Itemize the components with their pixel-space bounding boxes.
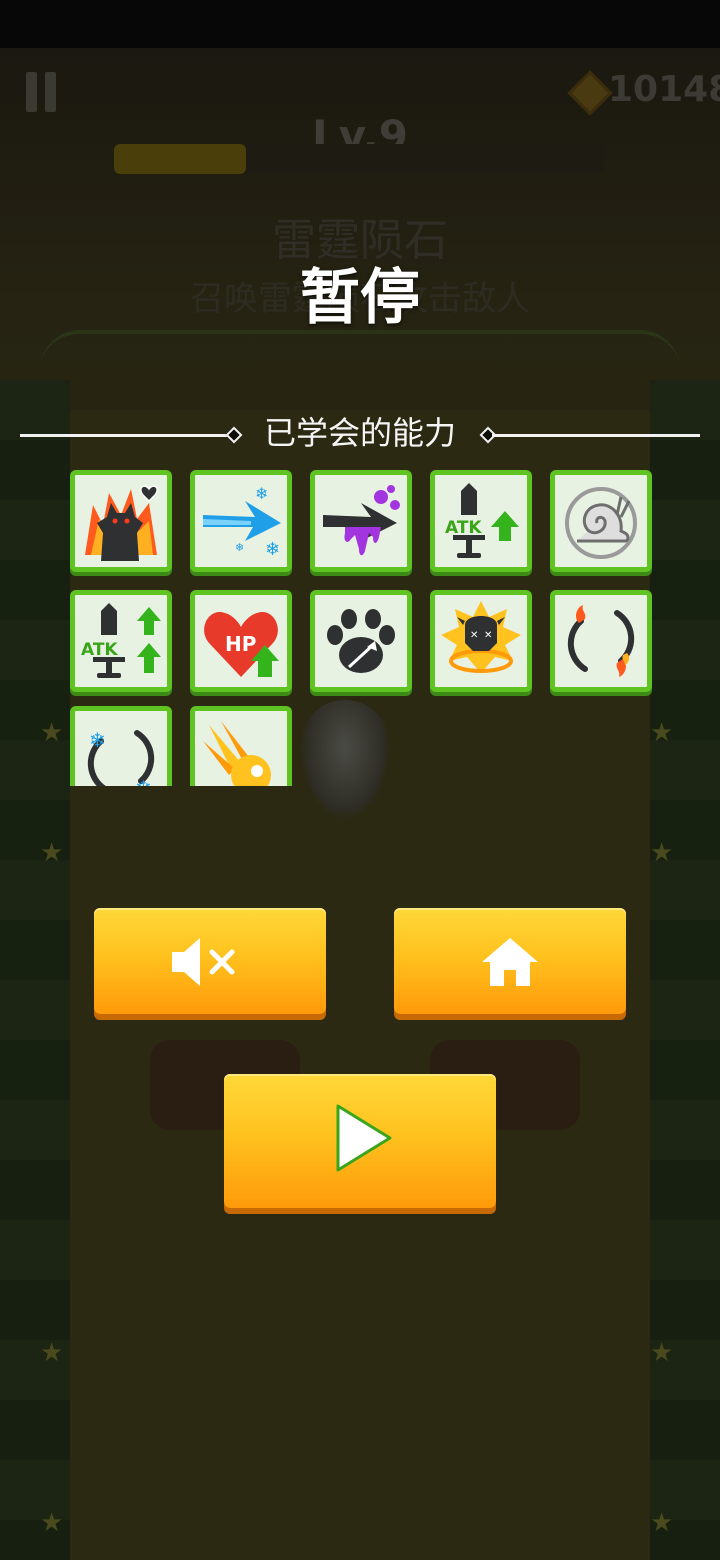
skill-fire-orbit[interactable] bbox=[550, 590, 652, 692]
fire-orbit-icon bbox=[567, 605, 635, 677]
attack-up-icon: ATK bbox=[445, 483, 519, 558]
star-decoration: ★ bbox=[40, 718, 64, 748]
skill-frost-arrow[interactable]: ❄ ❄ ❄ bbox=[190, 470, 292, 572]
star-decoration: ★ bbox=[650, 838, 674, 868]
skill-atk-up[interactable]: ATK bbox=[430, 470, 532, 572]
hp-up-label: HP bbox=[225, 632, 256, 656]
svg-text:❄: ❄ bbox=[235, 541, 244, 554]
skill-rage-beast[interactable] bbox=[70, 470, 172, 572]
star-decoration: ★ bbox=[40, 1338, 64, 1368]
learned-skills-grid[interactable]: ❄ ❄ ❄ ATK ATK HP ✕ ✕ ❄ bbox=[66, 466, 656, 786]
attack-up-label: ATK bbox=[445, 518, 482, 538]
star-decoration: ★ bbox=[40, 838, 64, 868]
pause-icon[interactable] bbox=[26, 72, 60, 112]
pause-title: 暂停 bbox=[300, 263, 420, 333]
svg-text:❄: ❄ bbox=[135, 776, 152, 786]
svg-text:❄: ❄ bbox=[265, 539, 280, 560]
mute-button[interactable] bbox=[94, 908, 326, 1014]
divider-right bbox=[492, 434, 700, 437]
right-tree-wall bbox=[650, 380, 720, 1560]
svg-text:✕: ✕ bbox=[470, 630, 478, 641]
learned-abilities-label: 已学会的能力 bbox=[263, 414, 456, 452]
skill-ice-orbit[interactable]: ❄ ❄ bbox=[70, 706, 172, 786]
star-decoration: ★ bbox=[40, 1508, 64, 1538]
attack-up-double-label: ATK bbox=[81, 640, 118, 660]
skill-meteor[interactable] bbox=[190, 706, 292, 786]
home-button[interactable] bbox=[394, 908, 626, 1014]
play-icon bbox=[336, 1104, 392, 1172]
skill-poison-arrow[interactable] bbox=[310, 470, 412, 572]
svg-text:❄: ❄ bbox=[255, 484, 268, 503]
ice-arrow-icon: ❄ ❄ ❄ bbox=[203, 484, 281, 560]
svg-text:❄: ❄ bbox=[89, 728, 106, 752]
home-icon bbox=[482, 938, 538, 986]
divider-left bbox=[20, 434, 228, 437]
poison-arrow-icon bbox=[323, 485, 400, 556]
skill-skull-aura[interactable]: ✕ ✕ bbox=[430, 590, 532, 692]
skill-slow-snail[interactable] bbox=[550, 470, 652, 572]
star-decoration: ★ bbox=[650, 1338, 674, 1368]
gem-count: 10148 bbox=[608, 69, 720, 110]
resume-button[interactable] bbox=[224, 1074, 496, 1208]
xp-bar-fill bbox=[114, 144, 246, 174]
skill-card-title: 雷霆陨石 bbox=[272, 215, 448, 266]
hp-up-icon: HP bbox=[204, 611, 279, 677]
left-tree-wall bbox=[0, 380, 70, 1560]
xp-bar bbox=[114, 144, 604, 174]
star-decoration: ★ bbox=[650, 1508, 674, 1538]
ice-orbit-icon: ❄ ❄ bbox=[87, 728, 155, 786]
skill-hp-up[interactable]: HP bbox=[190, 590, 292, 692]
attack-up-double-icon: ATK bbox=[81, 603, 161, 678]
skill-paw-pierce[interactable] bbox=[310, 590, 412, 692]
snail-icon bbox=[565, 487, 637, 559]
skill-atk-up-double[interactable]: ATK bbox=[70, 590, 172, 692]
skull-aura-icon: ✕ ✕ bbox=[441, 601, 521, 673]
beast-rage-icon bbox=[85, 485, 158, 561]
roof-garland bbox=[40, 330, 680, 414]
meteor-icon bbox=[203, 721, 271, 786]
mute-icon bbox=[172, 938, 235, 986]
paw-arrow-icon bbox=[327, 609, 395, 673]
svg-text:✕: ✕ bbox=[484, 630, 492, 641]
